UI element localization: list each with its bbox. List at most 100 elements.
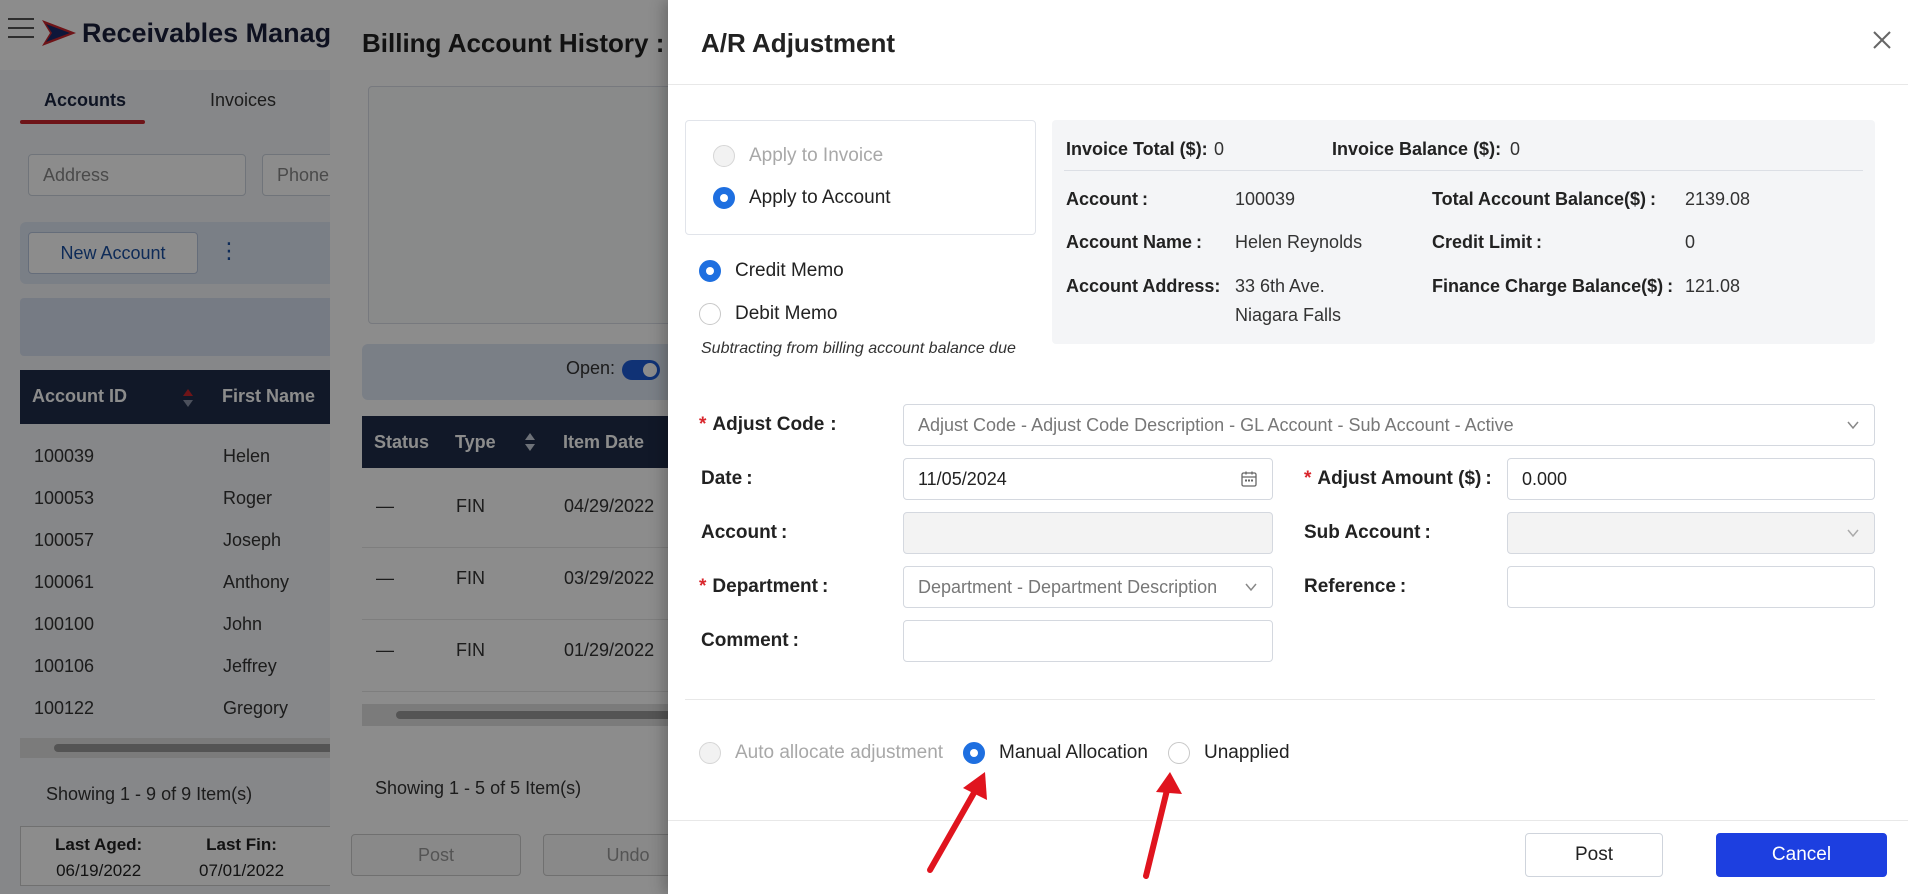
date-label: Date:	[701, 468, 753, 490]
manual-allocation-radio[interactable]: Manual Allocation	[963, 742, 1148, 764]
chevron-down-icon	[1244, 580, 1258, 594]
total-balance-label: Total Account Balance($):	[1432, 189, 1656, 210]
adjust-amount-input[interactable]: 0.000	[1507, 458, 1875, 500]
sub-account-select	[1507, 512, 1875, 554]
radio-label: Apply to Invoice	[749, 145, 884, 166]
radio-dot	[963, 742, 985, 764]
colon: :	[1214, 276, 1221, 296]
memo-hint: Subtracting from billing account balance…	[701, 340, 1016, 357]
reference-label: Reference:	[1304, 576, 1406, 598]
account-field-label-text: Account	[701, 522, 777, 543]
reference-input[interactable]	[1507, 566, 1875, 608]
radio-label: Credit Memo	[735, 260, 844, 281]
account-name-value: Helen Reynolds	[1235, 232, 1363, 252]
adjust-code-label: * Adjust Code:	[699, 414, 837, 436]
info-separator	[1064, 170, 1863, 171]
account-address-label-text: Account Address	[1066, 276, 1215, 296]
department-label-text: Department	[712, 576, 818, 597]
auto-allocate-radio[interactable]: Auto allocate adjustment	[699, 742, 943, 764]
adjust-code-select[interactable]: Adjust Code - Adjust Code Description - …	[903, 404, 1875, 446]
department-placeholder: Department - Department Description	[918, 577, 1218, 597]
invoice-total-value: 0	[1214, 139, 1225, 159]
account-name-label: Account Name:	[1066, 232, 1202, 253]
unapplied-radio[interactable]: Unapplied	[1168, 742, 1290, 764]
account-field-label: Account:	[701, 522, 787, 544]
account-label-text: Account	[1066, 189, 1138, 209]
radio-dot	[699, 742, 721, 764]
sub-account-label-text: Sub Account	[1304, 522, 1421, 543]
account-label: Account:	[1066, 189, 1148, 210]
chevron-down-icon	[1847, 529, 1859, 538]
chevron-down-icon	[1847, 421, 1859, 430]
section-divider	[685, 699, 1875, 700]
colon: :	[1536, 232, 1543, 252]
colon: :	[781, 522, 788, 543]
department-select[interactable]: Department - Department Description	[903, 566, 1273, 608]
debit-memo-radio[interactable]: Debit Memo	[699, 303, 837, 325]
radio-dot	[699, 260, 721, 282]
finance-balance-label-text: Finance Charge Balance($)	[1432, 276, 1664, 296]
apply-to-invoice-radio[interactable]: Apply to Invoice	[713, 145, 883, 167]
comment-label-text: Comment	[701, 630, 789, 651]
modal-title: A/R Adjustment	[701, 28, 896, 58]
colon: :	[1485, 468, 1492, 489]
colon: :	[1650, 189, 1657, 209]
department-label: * Department:	[699, 576, 828, 598]
required-mark: *	[699, 414, 707, 435]
account-input	[903, 512, 1273, 554]
colon: :	[1667, 276, 1674, 296]
account-info-panel: Invoice Total ($): 0 Invoice Balance ($)…	[1052, 120, 1875, 344]
comment-input[interactable]	[903, 620, 1273, 662]
post-button[interactable]: Post	[1525, 833, 1663, 877]
invoice-total-label: Invoice Total ($):	[1066, 139, 1208, 159]
radio-dot	[1168, 742, 1190, 764]
credit-memo-radio[interactable]: Credit Memo	[699, 260, 844, 282]
radio-dot	[713, 187, 735, 209]
radio-label: Apply to Account	[749, 187, 891, 208]
finance-balance-label: Finance Charge Balance($):	[1432, 276, 1673, 297]
colon: :	[821, 576, 829, 597]
ar-adjustment-modal: A/R Adjustment Apply to Invoice Apply to…	[668, 0, 1908, 894]
radio-dot	[713, 145, 735, 167]
apply-options-box: Apply to Invoice Apply to Account	[685, 120, 1036, 235]
colon: :	[1196, 232, 1203, 252]
adjust-code-placeholder: Adjust Code - Adjust Code Description - …	[918, 415, 1514, 435]
credit-limit-value: 0	[1685, 232, 1696, 252]
address-line-2: Niagara Falls	[1235, 305, 1342, 325]
account-value: 100039	[1235, 189, 1296, 209]
account-address-label: Account Address:	[1066, 276, 1220, 297]
date-picker[interactable]: 11/05/2024	[903, 458, 1273, 500]
date-value: 11/05/2024	[918, 469, 1007, 489]
close-icon[interactable]	[1870, 28, 1894, 52]
credit-limit-label: Credit Limit:	[1432, 232, 1542, 253]
modal-backdrop[interactable]	[0, 0, 668, 894]
colon: :	[830, 414, 837, 435]
adjust-amount-label: * Adjust Amount ($):	[1304, 468, 1492, 490]
radio-label: Auto allocate adjustment	[735, 742, 944, 763]
colon: :	[1399, 576, 1407, 597]
radio-label: Debit Memo	[735, 303, 838, 324]
reference-label-text: Reference	[1304, 576, 1396, 597]
comment-label: Comment:	[701, 630, 799, 652]
calendar-icon[interactable]	[1240, 470, 1258, 488]
finance-balance-value: 121.08	[1685, 276, 1741, 296]
sub-account-label: Sub Account:	[1304, 522, 1431, 544]
required-mark: *	[1304, 468, 1312, 489]
apply-to-account-radio[interactable]: Apply to Account	[713, 187, 891, 209]
radio-label: Unapplied	[1204, 742, 1290, 763]
radio-dot	[699, 303, 721, 325]
colon: :	[746, 468, 753, 489]
radio-label: Manual Allocation	[999, 742, 1148, 763]
colon: :	[1142, 189, 1148, 209]
modal-header: A/R Adjustment	[668, 0, 1908, 85]
invoice-balance-label: Invoice Balance ($):	[1332, 139, 1502, 159]
credit-limit-label-text: Credit Limit	[1432, 232, 1533, 252]
cancel-button[interactable]: Cancel	[1716, 833, 1887, 877]
adjust-code-label-text: Adjust Code	[712, 414, 825, 435]
total-balance-label-text: Total Account Balance($)	[1432, 189, 1647, 209]
required-mark: *	[699, 576, 707, 597]
adjust-amount-value: 0.000	[1522, 469, 1568, 489]
colon: :	[792, 630, 799, 651]
invoice-balance-value: 0	[1510, 139, 1521, 159]
account-name-label-text: Account Name	[1066, 232, 1193, 252]
